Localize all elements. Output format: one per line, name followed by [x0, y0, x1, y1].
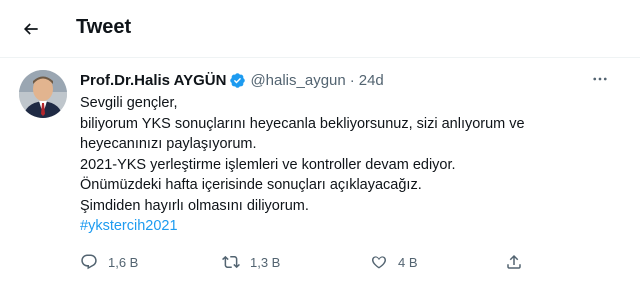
back-button[interactable] — [16, 14, 46, 44]
avatar[interactable] — [19, 70, 67, 118]
tweet-actions: 1,6 B 1,3 B 4 B — [80, 250, 540, 274]
tweet-header: Prof.Dr.Halis AYGÜN @halis_aygun · 24d — [80, 70, 384, 90]
tweet-text-line: heyecanınızı paylaşıyorum. — [80, 136, 257, 152]
retweet-icon — [222, 255, 240, 269]
arrow-left-icon — [23, 23, 38, 35]
reply-icon — [81, 254, 97, 270]
separator-dot: · — [349, 71, 355, 89]
page-title: Tweet — [76, 16, 132, 38]
share-icon — [507, 254, 521, 269]
reply-count: 1,6 B — [108, 254, 139, 270]
profile-photo — [19, 70, 67, 118]
tweet-text-line: Sevgili gençler, — [80, 95, 178, 111]
verified-badge-icon — [229, 72, 246, 89]
reply-button[interactable]: 1,6 B — [80, 250, 138, 274]
top-bar: Tweet — [0, 0, 640, 58]
tweet-text-line: biliyorum YKS sonuçlarını heyecanla bekl… — [80, 115, 525, 132]
like-count: 4 B — [398, 254, 418, 270]
share-button[interactable] — [505, 250, 523, 274]
tweet-text-line: 2021-YKS yerleştirme işlemleri ve kontro… — [80, 156, 456, 173]
more-horizontal-icon — [593, 77, 607, 81]
tweet-text: Sevgili gençler, biliyorum YKS sonuçları… — [80, 93, 620, 237]
tweet-timestamp[interactable]: 24d — [359, 72, 384, 89]
hashtag-link[interactable]: #ykstercih2021 — [80, 216, 620, 237]
author-name[interactable]: Prof.Dr.Halis AYGÜN — [80, 72, 226, 89]
author-handle[interactable]: @halis_aygun — [250, 72, 345, 89]
tweet-text-line: Önümüzdeki hafta içerisinde sonuçları aç… — [80, 177, 422, 193]
more-options-button[interactable] — [588, 68, 612, 90]
heart-icon — [372, 256, 386, 269]
like-button[interactable]: 4 B — [370, 250, 418, 274]
retweet-count: 1,3 B — [250, 254, 281, 270]
tweet-text-line: Şimdiden hayırlı olmasını diliyorum. — [80, 197, 309, 214]
retweet-button[interactable]: 1,3 B — [222, 250, 280, 274]
